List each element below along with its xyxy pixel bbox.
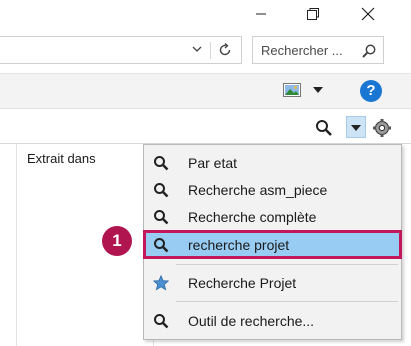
search-icon [154, 314, 169, 329]
search-icon [154, 210, 169, 225]
search-settings-icon[interactable] [372, 118, 392, 138]
chevron-down-icon [351, 125, 361, 131]
step-badge: 1 [102, 226, 132, 256]
help-button[interactable]: ? [360, 80, 382, 102]
refresh-icon[interactable] [217, 42, 233, 58]
search-dropdown-button[interactable] [346, 116, 366, 138]
address-divider [210, 42, 211, 59]
menu-item-label: Recherche asm_piece [188, 182, 328, 198]
search-box[interactable] [252, 36, 384, 64]
chevron-down-icon[interactable] [191, 43, 203, 55]
menu-separator [176, 301, 398, 302]
menu-separator [176, 264, 398, 265]
search-input[interactable] [261, 41, 359, 59]
view-dropdown-arrow[interactable] [313, 87, 323, 93]
search-icon[interactable] [361, 43, 377, 59]
image-icon[interactable] [283, 83, 301, 97]
menu-item-label: Recherche Projet [188, 275, 297, 291]
column-header-extrait[interactable]: Extrait dans [27, 151, 96, 166]
search-menu: Par etat Recherche asm_piece Recherche c… [143, 144, 402, 340]
search-icon [154, 183, 169, 198]
menu-item-recherche-projet-saved[interactable]: Recherche Projet [144, 269, 401, 296]
menu-item-recherche-projet[interactable]: recherche projet [143, 230, 402, 259]
restore-button[interactable] [290, 0, 336, 28]
menu-item-label: recherche projet [188, 237, 290, 253]
toolbar [0, 73, 411, 109]
menu-item-recherche-asm-piece[interactable]: Recherche asm_piece [144, 176, 401, 203]
address-bar[interactable] [0, 36, 242, 64]
menu-item-label: Par etat [188, 155, 238, 171]
restore-icon [307, 8, 319, 20]
menu-item-outil-de-recherche[interactable]: Outil de recherche... [144, 307, 401, 334]
menu-item-par-etat[interactable]: Par etat [144, 149, 401, 176]
close-button[interactable] [345, 0, 391, 28]
column-divider[interactable] [16, 144, 17, 346]
search-icon [154, 156, 169, 171]
minimize-icon [256, 13, 266, 15]
menu-item-recherche-complete[interactable]: Recherche complète [144, 203, 401, 230]
minimize-button[interactable] [238, 0, 284, 28]
close-icon [361, 7, 375, 21]
search-icon [154, 238, 169, 253]
star-icon [153, 275, 169, 291]
search-icon[interactable] [315, 119, 333, 137]
menu-item-label: Outil de recherche... [188, 313, 315, 329]
menu-item-label: Recherche complète [188, 209, 317, 225]
